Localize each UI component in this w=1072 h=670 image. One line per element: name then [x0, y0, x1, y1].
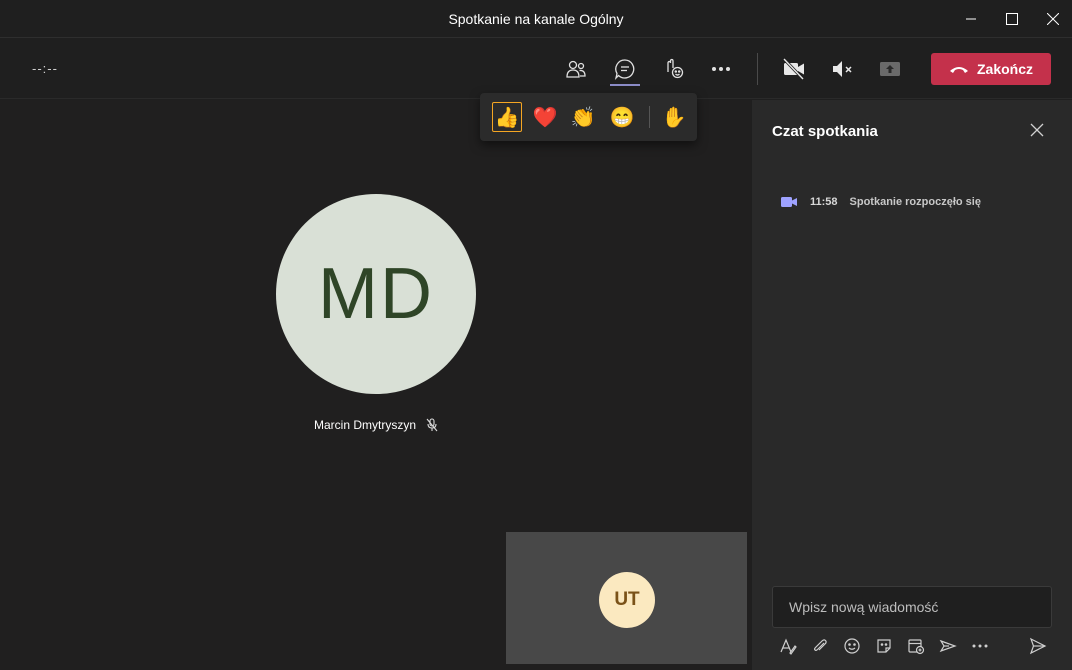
emoji-button[interactable]: [840, 634, 864, 658]
raise-hand-icon: ✋: [661, 106, 687, 129]
end-call-button[interactable]: Zakończ: [931, 53, 1051, 85]
praise-button[interactable]: [936, 634, 960, 658]
reaction-laugh[interactable]: 😁: [607, 102, 637, 132]
laugh-icon: 😁: [609, 106, 635, 129]
close-icon: [1047, 13, 1059, 25]
chat-event-meeting-started: 11:58 Spotkanie rozpoczęło się: [780, 195, 981, 209]
chat-panel: Czat spotkania 11:58 Spotkanie rozpoczęł…: [752, 100, 1072, 670]
participants-icon: [566, 60, 586, 78]
schedule-meeting-icon: [908, 639, 925, 655]
reaction-applause[interactable]: 👏: [568, 102, 598, 132]
reaction-like[interactable]: 👍: [492, 102, 522, 132]
hangup-icon: [949, 67, 968, 73]
send-button[interactable]: [1026, 634, 1050, 658]
minimize-icon: [966, 18, 976, 20]
chat-title: Czat spotkania: [772, 123, 878, 140]
praise-icon: [939, 639, 957, 653]
end-call-label: Zakończ: [976, 61, 1033, 77]
schedule-meeting-button[interactable]: [904, 634, 928, 658]
thumbs-up-icon: 👍: [494, 106, 520, 129]
meeting-toolbar: --:-- Zakończ: [0, 39, 1072, 99]
more-icon: [712, 67, 730, 71]
video-icon: [781, 197, 797, 207]
raise-hand-button[interactable]: ✋: [659, 102, 689, 132]
maximize-button[interactable]: [989, 0, 1035, 38]
emoji-icon: [844, 638, 860, 654]
participant-avatar: MD: [276, 194, 476, 394]
video-stage: MD Marcin Dmytryszyn UT: [0, 100, 751, 670]
compose-toolbar: [776, 634, 1052, 658]
toolbar-divider: [757, 53, 758, 85]
clapping-icon: 👏: [570, 106, 596, 129]
format-icon: [780, 638, 797, 655]
mic-muted-icon: [426, 418, 438, 432]
sticker-icon: [877, 639, 891, 653]
reactions-icon: [667, 58, 684, 79]
send-icon: [1029, 637, 1047, 655]
event-time: 11:58: [810, 196, 838, 208]
self-video-tile[interactable]: UT: [506, 532, 747, 664]
more-options-button[interactable]: [968, 634, 992, 658]
participant-name: Marcin Dmytryszyn: [313, 418, 416, 432]
self-avatar: UT: [599, 572, 655, 628]
event-text: Spotkanie rozpoczęło się: [849, 196, 981, 208]
format-button[interactable]: [776, 634, 800, 658]
minimize-button[interactable]: [948, 0, 994, 38]
reactions-divider: [649, 106, 650, 128]
speaker-mute-icon: [833, 61, 852, 77]
close-icon: [1030, 123, 1044, 137]
window-title: Spotkanie na kanale Ogólny: [448, 11, 624, 27]
chat-active-indicator: [610, 84, 640, 86]
maximize-icon: [1006, 13, 1018, 25]
sticker-button[interactable]: [872, 634, 896, 658]
heart-icon: ❤️: [532, 106, 558, 129]
chat-icon: [614, 59, 635, 80]
reaction-heart[interactable]: ❤️: [530, 102, 560, 132]
camera-off-icon: [782, 58, 805, 80]
share-button[interactable]: [872, 53, 908, 85]
attach-icon: [814, 639, 827, 651]
more-actions-button[interactable]: [703, 53, 739, 85]
more-options-icon: [972, 644, 988, 648]
meeting-timer: --:--: [32, 61, 58, 76]
participants-button[interactable]: [558, 53, 594, 85]
compose-box[interactable]: [772, 586, 1052, 628]
participant-name-row: Marcin Dmytryszyn: [276, 418, 476, 432]
close-window-button[interactable]: [1030, 0, 1072, 38]
mic-toggle-button[interactable]: [824, 53, 860, 85]
close-chat-button[interactable]: [1027, 120, 1047, 140]
attach-button[interactable]: [808, 634, 832, 658]
reactions-button[interactable]: [656, 53, 692, 85]
message-input[interactable]: [773, 587, 1051, 627]
camera-toggle-button[interactable]: [776, 53, 812, 85]
reactions-popup: 👍 ❤️ 👏 😁 ✋: [480, 93, 697, 141]
share-tray-icon: [880, 62, 900, 76]
title-bar: Spotkanie na kanale Ogólny: [0, 0, 1072, 38]
chat-button[interactable]: [607, 53, 643, 86]
